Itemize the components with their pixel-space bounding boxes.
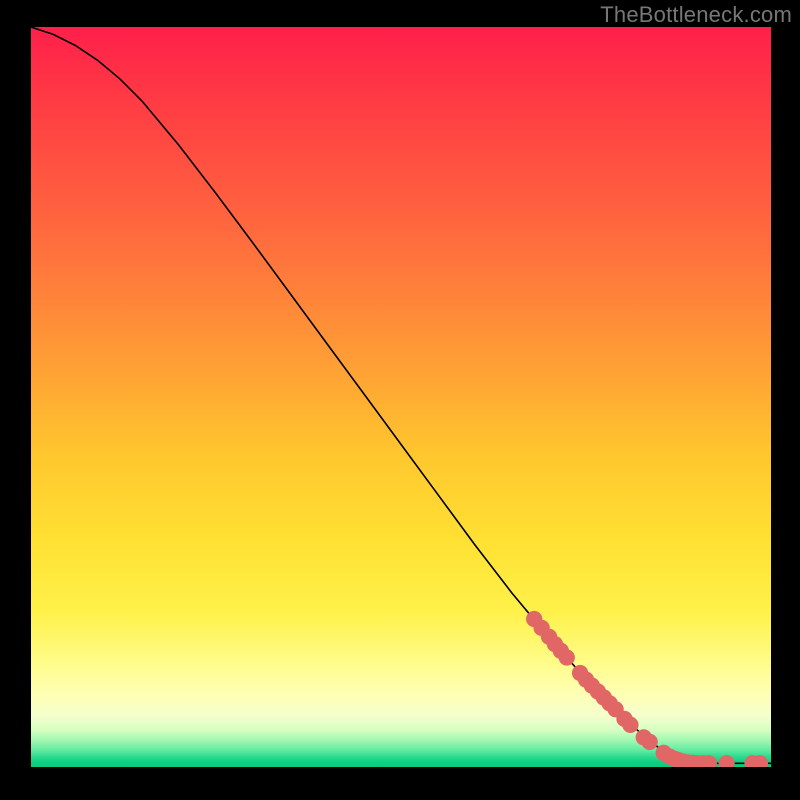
data-dot xyxy=(559,649,575,665)
data-dot xyxy=(642,734,658,750)
watermark-text: TheBottleneck.com xyxy=(600,2,792,28)
plot-area xyxy=(31,27,771,767)
chart-frame: TheBottleneck.com xyxy=(0,0,800,800)
data-dot xyxy=(718,755,734,767)
data-dot xyxy=(622,717,638,733)
dots-layer xyxy=(31,27,771,767)
dot-group xyxy=(526,611,768,767)
